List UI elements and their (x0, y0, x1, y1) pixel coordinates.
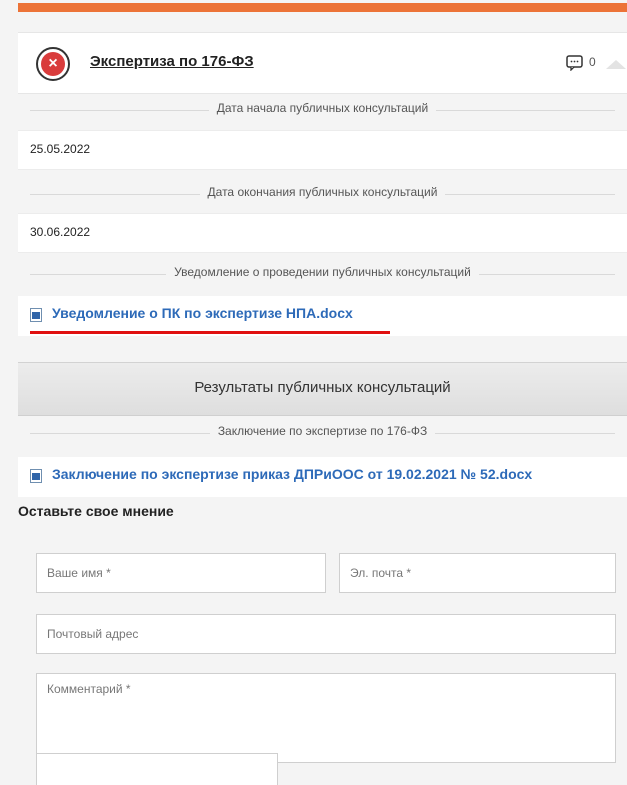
notice-separator: Уведомление о проведении публичных консу… (18, 264, 627, 284)
start-date-separator: Дата начала публичных консультаций (18, 100, 627, 120)
word-doc-icon (30, 469, 42, 483)
notice-file-link[interactable]: Уведомление о ПК по экспертизе НПА.docx (52, 305, 353, 321)
word-doc-icon (30, 308, 42, 322)
chevron-up-icon[interactable] (605, 58, 627, 70)
feedback-form-title: Оставьте свое мнение (18, 503, 174, 519)
close-icon-glyph: × (41, 52, 65, 76)
comment-count: 0 (589, 55, 596, 69)
highlight-underline (30, 331, 390, 334)
conclusion-label: Заключение по экспертизе по 176-ФЗ (209, 424, 436, 438)
address-input[interactable] (36, 614, 616, 654)
end-date-label: Дата окончания публичных консультаций (199, 185, 446, 199)
conclusion-file-row: Заключение по экспертизе приказ ДПРиООС … (18, 457, 627, 497)
close-icon[interactable]: × (36, 47, 70, 81)
start-date-value: 25.05.2022 (30, 142, 91, 156)
start-date-row: 25.05.2022 (18, 130, 627, 170)
comment-textarea[interactable] (36, 673, 616, 763)
results-title: Результаты публичных консультаций (194, 379, 451, 396)
notice-label: Уведомление о проведении публичных консу… (166, 265, 479, 279)
results-section-header[interactable]: Результаты публичных консультаций (18, 362, 627, 416)
partial-field[interactable] (36, 753, 278, 785)
consultation-panel: × Экспертиза по 176-ФЗ 0 Дата начала пуб… (18, 12, 627, 785)
card-header: × Экспертиза по 176-ФЗ 0 (18, 32, 627, 94)
conclusion-file-link[interactable]: Заключение по экспертизе приказ ДПРиООС … (52, 466, 532, 482)
name-input[interactable] (36, 553, 326, 593)
end-date-row: 30.06.2022 (18, 213, 627, 253)
end-date-separator: Дата окончания публичных консультаций (18, 184, 627, 204)
comment-icon[interactable] (566, 55, 584, 71)
end-date-value: 30.06.2022 (30, 225, 91, 239)
notice-file-row: Уведомление о ПК по экспертизе НПА.docx (18, 296, 627, 336)
email-input[interactable] (339, 553, 616, 593)
conclusion-separator: Заключение по экспертизе по 176-ФЗ (18, 423, 627, 443)
accent-bar (18, 3, 627, 12)
card-title-link[interactable]: Экспертиза по 176-ФЗ (90, 53, 254, 70)
start-date-label: Дата начала публичных консультаций (208, 101, 437, 115)
